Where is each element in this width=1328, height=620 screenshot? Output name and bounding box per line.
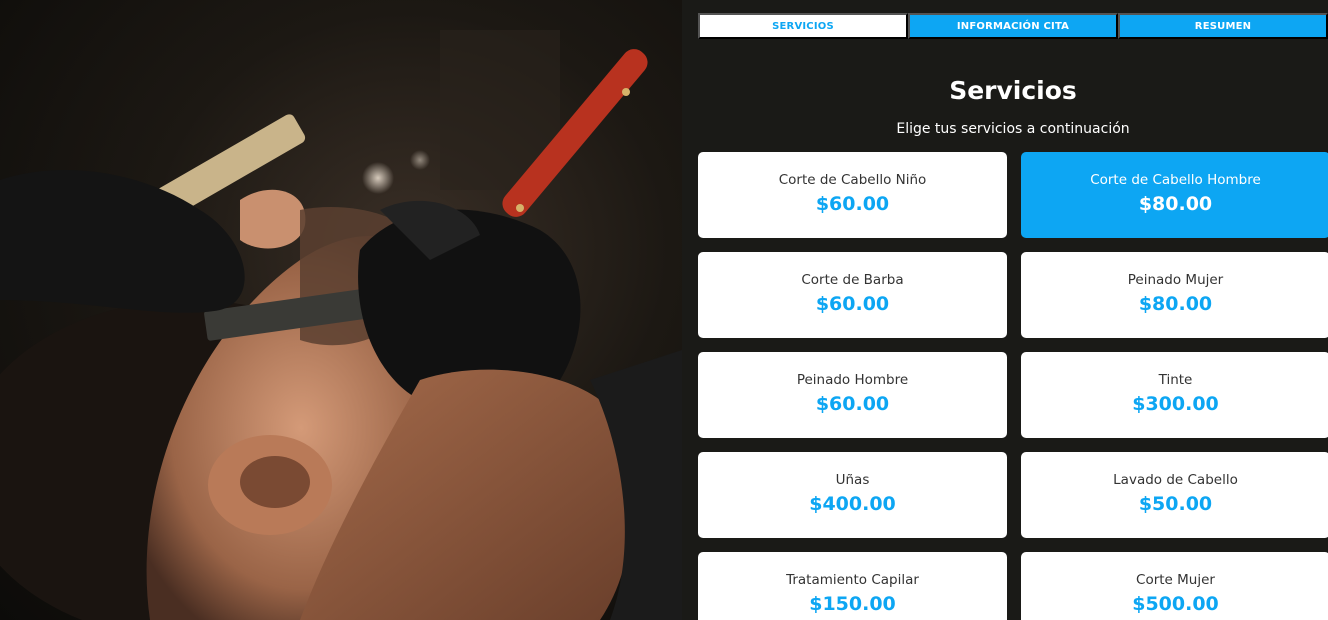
service-price: $80.00 xyxy=(1138,192,1213,215)
service-name: Lavado de Cabello xyxy=(1113,471,1238,488)
service-card[interactable]: Corte de Cabello Hombre $80.00 xyxy=(1021,152,1328,238)
page: Servicios Información Cita Resumen Servi… xyxy=(0,0,1328,620)
service-price: $50.00 xyxy=(1138,492,1213,515)
section-subtitle: Elige tus servicios a continuación xyxy=(896,121,1130,137)
service-price: $300.00 xyxy=(1132,392,1219,415)
service-name: Corte de Cabello Hombre xyxy=(1090,171,1261,188)
step-tabs: Servicios Información Cita Resumen xyxy=(698,13,1328,39)
service-card[interactable]: Peinado Mujer $80.00 xyxy=(1021,252,1328,338)
barber-shaving-illustration xyxy=(0,30,682,620)
service-name: Tinte xyxy=(1158,371,1193,388)
service-price: $500.00 xyxy=(1132,592,1219,615)
service-name: Peinado Mujer xyxy=(1127,271,1224,288)
tab-informacion-cita[interactable]: Información Cita xyxy=(908,13,1118,39)
service-price: $60.00 xyxy=(815,192,890,215)
service-card[interactable]: Lavado de Cabello $50.00 xyxy=(1021,452,1328,538)
service-name: Tratamiento Capilar xyxy=(786,571,919,588)
service-card[interactable]: Tinte $300.00 xyxy=(1021,352,1328,438)
service-price: $80.00 xyxy=(1138,292,1213,315)
service-card[interactable]: Corte de Barba $60.00 xyxy=(698,252,1007,338)
service-card[interactable]: Tratamiento Capilar $150.00 xyxy=(698,552,1007,620)
appointment-app: Servicios Información Cita Resumen Servi… xyxy=(682,0,1328,620)
service-price: $60.00 xyxy=(815,392,890,415)
service-card[interactable]: Corte Mujer $500.00 xyxy=(1021,552,1328,620)
service-name: Corte de Cabello Niño xyxy=(778,171,927,188)
services-list: Corte de Cabello Niño $60.00 Corte de Ca… xyxy=(698,152,1328,620)
tab-resumen[interactable]: Resumen xyxy=(1118,13,1328,39)
service-name: Peinado Hombre xyxy=(796,371,909,388)
service-name: Uñas xyxy=(835,471,870,488)
service-price: $150.00 xyxy=(809,592,896,615)
service-name: Corte de Barba xyxy=(801,271,904,288)
service-name: Corte Mujer xyxy=(1136,571,1215,588)
service-card[interactable]: Uñas $400.00 xyxy=(698,452,1007,538)
service-card[interactable]: Corte de Cabello Niño $60.00 xyxy=(698,152,1007,238)
hero-image xyxy=(0,0,682,620)
section-title: Servicios xyxy=(949,76,1077,105)
tab-servicios[interactable]: Servicios xyxy=(698,13,908,39)
service-price: $60.00 xyxy=(815,292,890,315)
service-price: $400.00 xyxy=(809,492,896,515)
service-card[interactable]: Peinado Hombre $60.00 xyxy=(698,352,1007,438)
